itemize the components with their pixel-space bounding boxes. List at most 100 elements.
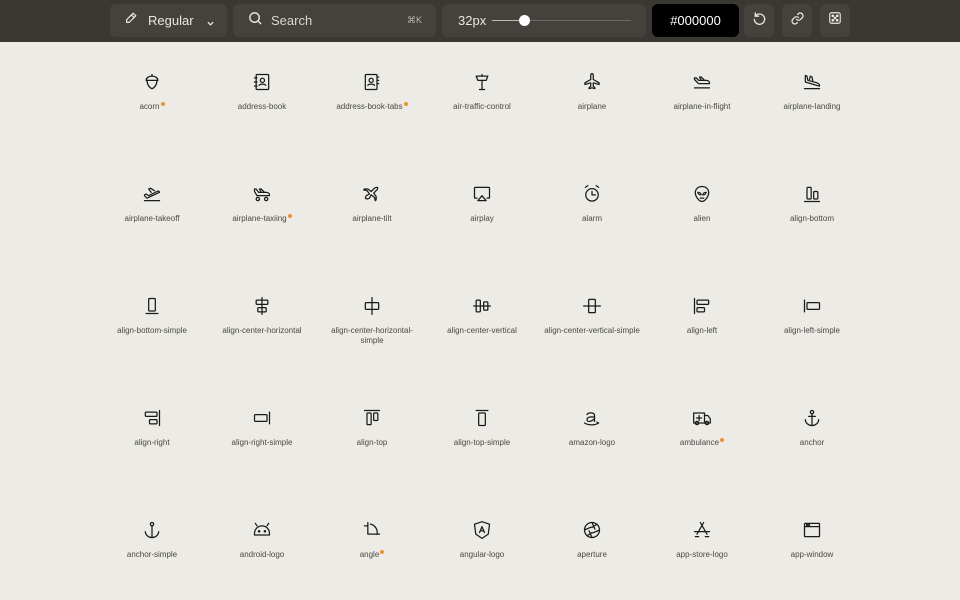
icon-card-airplay[interactable]: airplay xyxy=(427,180,537,292)
link-icon xyxy=(790,11,805,31)
icon-name-text: angular-logo xyxy=(459,550,505,559)
align-left-simple-icon xyxy=(802,296,822,316)
align-top-icon xyxy=(362,408,382,428)
icon-name: anchor xyxy=(757,438,867,448)
icon-card-align-bottom-simple[interactable]: align-bottom-simple xyxy=(97,292,207,404)
icon-card-align-right-simple[interactable]: align-right-simple xyxy=(207,404,317,516)
icon-card-align-center-vertical-simple[interactable]: align-center-vertical-simple xyxy=(537,292,647,404)
icon-card-anchor-simple[interactable]: anchor-simple xyxy=(97,516,207,600)
align-center-horizontal-simple-icon xyxy=(362,296,382,316)
pencil-icon xyxy=(124,11,138,30)
align-center-vertical-icon xyxy=(472,296,492,316)
angular-logo-icon xyxy=(472,520,492,540)
icon-name: angular-logo xyxy=(427,550,537,560)
icon-card-airplane-landing[interactable]: airplane-landing xyxy=(757,68,867,180)
icon-name-text: alien xyxy=(693,214,711,223)
alien-icon xyxy=(692,184,712,204)
icon-card-aperture[interactable]: aperture xyxy=(537,516,647,600)
copy-link-button[interactable] xyxy=(782,4,812,37)
airplane-icon xyxy=(582,72,602,92)
align-center-horizontal-icon xyxy=(252,296,272,316)
icon-card-align-left-simple[interactable]: align-left-simple xyxy=(757,292,867,404)
airplane-takeoff-icon xyxy=(142,184,162,204)
icon-name: align-top-simple xyxy=(427,438,537,448)
icon-name: air-traffic-control xyxy=(427,102,537,112)
search-input[interactable]: Search ⌘K xyxy=(233,4,436,37)
icon-name: airplane-tilt xyxy=(317,214,427,224)
icon-name-text: air-traffic-control xyxy=(453,102,511,111)
icon-card-align-bottom[interactable]: align-bottom xyxy=(757,180,867,292)
icon-card-android-logo[interactable]: android-logo xyxy=(207,516,317,600)
alarm-icon xyxy=(582,184,602,204)
icon-name: app-window xyxy=(757,550,867,560)
icon-card-acorn[interactable]: acorn xyxy=(97,68,207,180)
icon-card-align-top-simple[interactable]: align-top-simple xyxy=(427,404,537,516)
icon-card-airplane-takeoff[interactable]: airplane-takeoff xyxy=(97,180,207,292)
icon-name: align-left xyxy=(647,326,757,336)
icon-name-text: airplane-takeoff xyxy=(124,214,180,223)
icon-card-align-right[interactable]: align-right xyxy=(97,404,207,516)
icon-name-text: amazon-logo xyxy=(568,438,616,447)
icon-name-text: align-center-vertical-simple xyxy=(544,326,640,335)
icon-name-text: airplane xyxy=(577,102,607,111)
icon-name-text: aperture xyxy=(577,550,607,559)
icon-name-text: align-left-simple xyxy=(783,326,841,335)
icon-name: airplane xyxy=(537,102,647,112)
weight-label: Regular xyxy=(148,13,194,28)
icon-card-air-traffic-control[interactable]: air-traffic-control xyxy=(427,68,537,180)
new-badge-dot xyxy=(380,550,385,554)
icon-card-angular-logo[interactable]: angular-logo xyxy=(427,516,537,600)
icon-card-airplane-in-flight[interactable]: airplane-in-flight xyxy=(647,68,757,180)
icon-name-text: airplane-in-flight xyxy=(673,102,731,111)
random-button[interactable] xyxy=(820,4,850,37)
icon-card-amazon-logo[interactable]: amazon-logo xyxy=(537,404,647,516)
icon-card-alien[interactable]: alien xyxy=(647,180,757,292)
size-slider-knob[interactable] xyxy=(518,15,530,26)
icon-name-text: anchor-simple xyxy=(126,550,178,559)
new-badge-dot xyxy=(160,102,165,106)
size-slider[interactable] xyxy=(492,15,631,26)
new-badge-dot xyxy=(403,102,408,106)
icon-card-ambulance[interactable]: ambulance xyxy=(647,404,757,516)
icon-card-align-center-horizontal-simple[interactable]: align-center-horizontal-simple xyxy=(317,292,427,404)
icon-name-text: align-center-horizontal xyxy=(222,326,302,335)
icon-card-align-left[interactable]: align-left xyxy=(647,292,757,404)
align-center-vertical-simple-icon xyxy=(582,296,602,316)
search-icon xyxy=(248,11,263,31)
icon-card-address-book-tabs[interactable]: address-book-tabs xyxy=(317,68,427,180)
angle-icon xyxy=(362,520,382,540)
icon-card-angle[interactable]: angle xyxy=(317,516,427,600)
icon-name: airplane-taxiing xyxy=(207,214,317,224)
icon-card-address-book[interactable]: address-book xyxy=(207,68,317,180)
icon-name-text: align-right xyxy=(134,438,170,447)
icon-card-app-window[interactable]: app-window xyxy=(757,516,867,600)
icon-name: align-center-horizontal-simple xyxy=(317,326,427,346)
weight-select[interactable]: Regular xyxy=(110,4,227,37)
icon-card-app-store-logo[interactable]: app-store-logo xyxy=(647,516,757,600)
acorn-icon xyxy=(142,72,162,92)
icon-card-align-center-horizontal[interactable]: align-center-horizontal xyxy=(207,292,317,404)
color-input[interactable]: #000000 xyxy=(652,4,739,37)
icon-name: app-store-logo xyxy=(647,550,757,560)
air-traffic-control-icon xyxy=(472,72,492,92)
icon-card-align-center-vertical[interactable]: align-center-vertical xyxy=(427,292,537,404)
icon-card-alarm[interactable]: alarm xyxy=(537,180,647,292)
airplane-tilt-icon xyxy=(362,184,382,204)
align-right-simple-icon xyxy=(252,408,272,428)
icon-name-text: airplane-taxiing xyxy=(232,214,287,223)
icon-name: align-center-vertical-simple xyxy=(537,326,647,336)
icon-card-anchor[interactable]: anchor xyxy=(757,404,867,516)
icon-name-text: android-logo xyxy=(239,550,285,559)
icon-name-text: address-book-tabs xyxy=(336,102,403,111)
size-label: 32px xyxy=(458,13,487,28)
icon-card-align-top[interactable]: align-top xyxy=(317,404,427,516)
reset-button[interactable] xyxy=(744,4,774,37)
icon-name: align-right-simple xyxy=(207,438,317,448)
icon-name-text: align-center-vertical xyxy=(447,326,517,335)
icon-card-airplane-tilt[interactable]: airplane-tilt xyxy=(317,180,427,292)
icon-name-text: alarm xyxy=(581,214,602,223)
airplane-in-flight-icon xyxy=(692,72,712,92)
icon-card-airplane[interactable]: airplane xyxy=(537,68,647,180)
icon-card-airplane-taxiing[interactable]: airplane-taxiing xyxy=(207,180,317,292)
icon-name: acorn xyxy=(97,102,207,112)
